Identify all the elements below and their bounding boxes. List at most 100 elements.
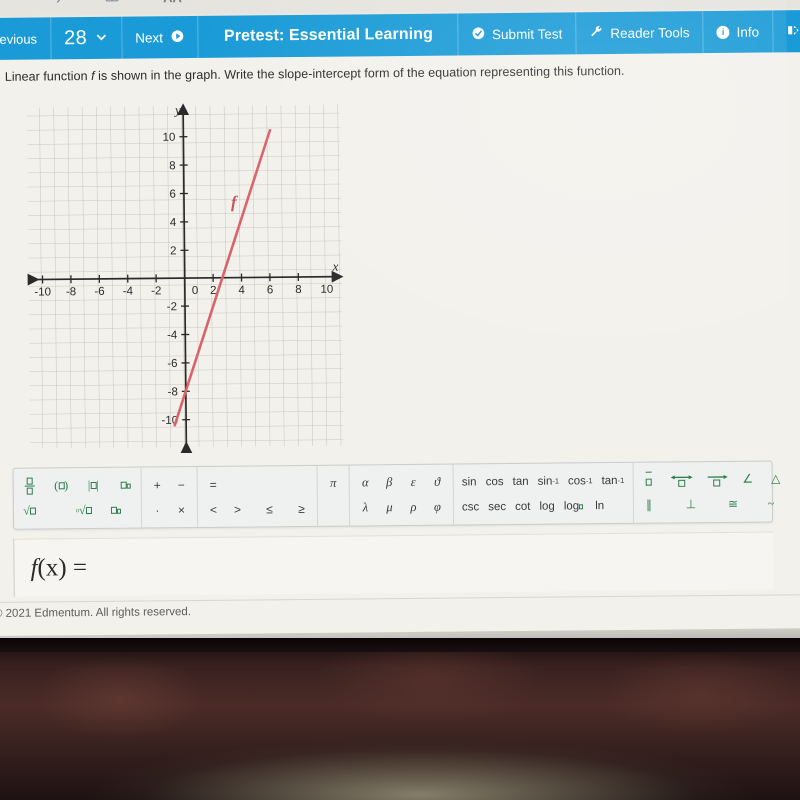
navigation-bar: Previous 28 Next Pretest: Essential Lear… xyxy=(0,10,800,60)
alpha-button[interactable]: α xyxy=(358,473,373,493)
fabric-shadow-band xyxy=(0,638,800,652)
svg-text:-2: -2 xyxy=(151,285,161,297)
svg-text:10: 10 xyxy=(163,132,176,144)
similar-button[interactable]: ~ xyxy=(763,494,778,514)
question-number: 28 xyxy=(63,26,88,49)
photo-of-screen: › AA Previous 28 Next xyxy=(0,0,800,800)
arrow-right-circle-icon xyxy=(170,29,184,46)
info-circle-icon: i xyxy=(716,25,730,39)
congruent-button[interactable]: ≅ xyxy=(725,494,740,514)
nth-root-button[interactable]: n √ xyxy=(76,501,92,521)
answer-equals: = xyxy=(72,553,88,581)
arcsin-button[interactable]: sin -1 xyxy=(538,471,560,491)
check-circle-icon xyxy=(471,26,485,43)
math-group-structures: () | | √ n √ xyxy=(13,467,143,529)
next-button[interactable]: Next xyxy=(122,15,199,59)
minus-button[interactable]: − xyxy=(174,475,189,495)
previous-button[interactable]: Previous xyxy=(0,17,52,60)
submit-test-button[interactable]: Submit Test xyxy=(457,12,577,56)
footer-copyright: © 2021 Edmentum. All rights reserved. xyxy=(0,606,192,620)
svg-text:2: 2 xyxy=(170,245,177,257)
sec-button[interactable]: sec xyxy=(488,497,506,517)
math-toolbar: () | | √ n √ + − · × = < > ≤ ≥ π α β ε ϑ… xyxy=(12,460,800,530)
graph-svg: -10 -8 -6 -4 -2 0 24 68 10 108 64 2 -2-4 -… xyxy=(27,102,344,454)
svg-text:6: 6 xyxy=(169,189,176,201)
dot-multiply-button[interactable]: · xyxy=(150,500,165,520)
svg-text:-10: -10 xyxy=(34,286,51,298)
csc-button[interactable]: csc xyxy=(462,497,479,517)
less-equal-button[interactable]: ≤ xyxy=(262,499,277,519)
next-label: Next xyxy=(135,29,164,46)
tan-button[interactable]: tan xyxy=(513,471,529,491)
svg-text:8: 8 xyxy=(169,160,176,172)
svg-text:-2: -2 xyxy=(167,301,177,313)
arctan-button[interactable]: tan -1 xyxy=(601,470,625,490)
pi-button[interactable]: π xyxy=(326,473,341,493)
answer-input-row[interactable]: f(x) = xyxy=(13,531,774,597)
log-base-button[interactable]: log xyxy=(564,496,584,516)
question-text-after: is shown in the graph. Write the slope-i… xyxy=(94,63,625,83)
chevron-down-icon xyxy=(94,29,108,46)
line-button[interactable] xyxy=(670,470,693,490)
ln-button[interactable]: ln xyxy=(592,496,607,516)
svg-text:-8: -8 xyxy=(66,286,76,298)
svg-text:8: 8 xyxy=(295,284,302,296)
info-label: Info xyxy=(736,24,760,40)
x-axis-label: x xyxy=(332,259,339,274)
y-axis-label: y xyxy=(173,102,181,117)
book-icon[interactable] xyxy=(105,0,119,6)
question-number-dropdown[interactable]: 28 xyxy=(50,16,123,60)
screen-content: › AA Previous 28 Next xyxy=(0,0,800,644)
ray-button[interactable] xyxy=(705,469,728,489)
beta-button[interactable]: β xyxy=(382,473,397,493)
subscript-button[interactable] xyxy=(108,500,123,520)
reader-tools-label: Reader Tools xyxy=(610,24,690,41)
info-button[interactable]: i Info xyxy=(703,10,774,54)
rho-button[interactable]: ρ xyxy=(406,497,421,517)
cos-button[interactable]: cos xyxy=(486,472,504,492)
math-group-relations: = < > ≤ ≥ xyxy=(197,465,319,527)
answer-prompt: f(x) = xyxy=(30,554,87,583)
phi-button[interactable]: φ xyxy=(430,497,445,517)
fraction-button[interactable] xyxy=(22,476,37,496)
math-group-geometry: ∠ △ ∥ ⊥ ≅ ~ ° xyxy=(633,461,800,523)
equals-button[interactable]: = xyxy=(206,474,221,494)
angle-button[interactable]: ∠ xyxy=(740,469,755,489)
absolute-value-button[interactable]: | | xyxy=(86,475,101,495)
parentheses-button[interactable]: () xyxy=(54,476,69,496)
epsilon-button[interactable]: ε xyxy=(406,472,421,492)
submit-test-label: Submit Test xyxy=(491,25,563,42)
perpendicular-button[interactable]: ⊥ xyxy=(683,495,698,515)
mu-button[interactable]: μ xyxy=(382,498,397,518)
theta-button[interactable]: ϑ xyxy=(430,472,445,492)
lambda-button[interactable]: λ xyxy=(358,498,373,518)
arccos-button[interactable]: cos -1 xyxy=(568,471,593,491)
svg-text:4: 4 xyxy=(170,217,177,229)
triangle-button[interactable]: △ xyxy=(768,469,783,489)
greater-than-button[interactable]: > xyxy=(230,499,245,519)
svg-text:10: 10 xyxy=(320,284,333,296)
exit-button[interactable] xyxy=(773,10,800,52)
segment-button[interactable] xyxy=(641,470,656,490)
superscript-button[interactable] xyxy=(118,475,133,495)
svg-text:-6: -6 xyxy=(94,286,104,298)
question-text-before: Linear function xyxy=(4,68,92,84)
less-than-button[interactable]: < xyxy=(206,499,221,519)
plus-button[interactable]: + xyxy=(150,475,165,495)
svg-text:6: 6 xyxy=(267,284,274,296)
page-title: Pretest: Essential Learning xyxy=(197,13,459,58)
square-root-button[interactable]: √ xyxy=(22,501,37,521)
times-button[interactable]: × xyxy=(174,500,189,520)
sin-button[interactable]: sin xyxy=(462,472,477,492)
question-text: Linear function f is shown in the graph.… xyxy=(5,63,765,84)
cot-button[interactable]: cot xyxy=(515,496,531,516)
greater-equal-button[interactable]: ≥ xyxy=(294,498,309,518)
chevron-right-icon[interactable]: › xyxy=(56,0,61,7)
reader-tools-button[interactable]: Reader Tools xyxy=(576,11,704,55)
answer-argument: (x) xyxy=(37,553,67,582)
text-size-label[interactable]: AA xyxy=(163,0,182,5)
math-group-pi: π xyxy=(317,465,351,526)
log-button[interactable]: log xyxy=(539,496,555,516)
parallel-button[interactable]: ∥ xyxy=(641,495,656,515)
